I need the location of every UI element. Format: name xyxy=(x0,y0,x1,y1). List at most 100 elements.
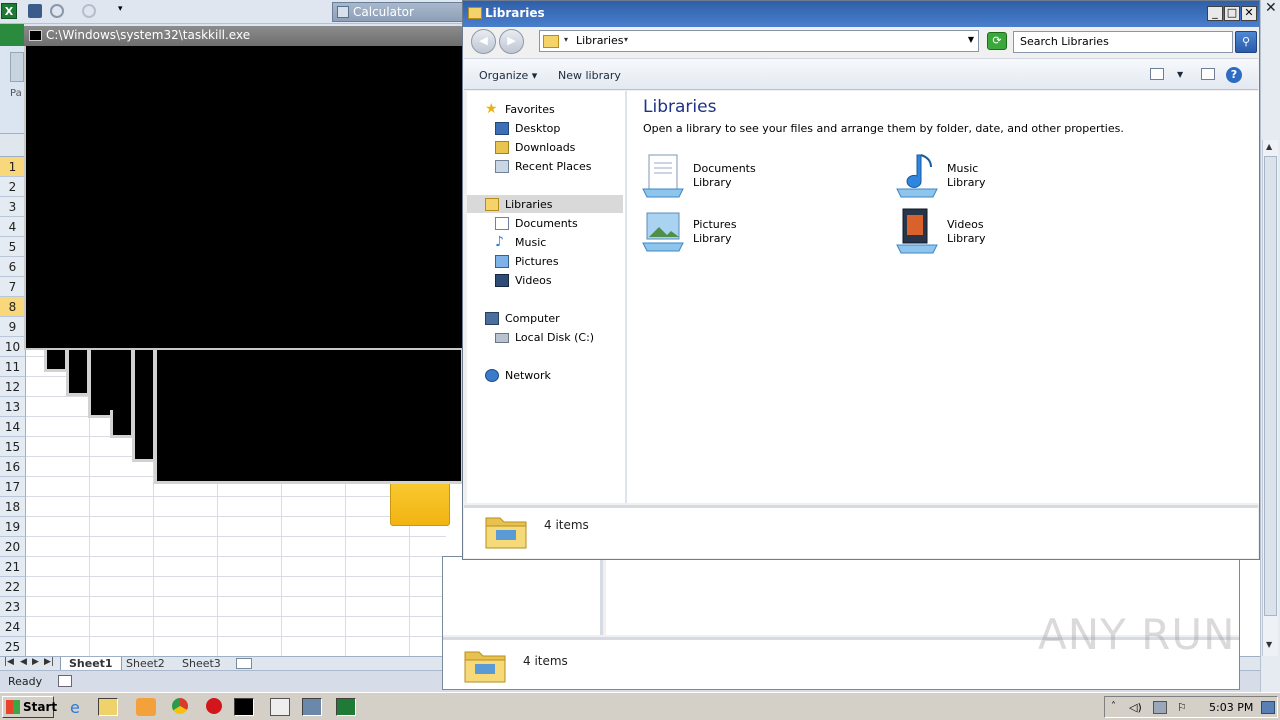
last-sheet-nav-icon[interactable]: ▶| xyxy=(44,657,54,667)
console-icon xyxy=(29,30,42,41)
row-header[interactable]: 17 xyxy=(0,477,26,497)
action-center-flag-icon[interactable]: ⚐ xyxy=(1177,701,1191,714)
first-sheet-nav-icon[interactable]: |◀ xyxy=(4,657,14,667)
change-view-icon[interactable] xyxy=(1150,68,1164,80)
prev-sheet-nav-icon[interactable]: ◀ xyxy=(20,657,27,667)
row-header[interactable]: 18 xyxy=(0,497,26,517)
row-header[interactable]: 21 xyxy=(0,557,26,577)
library-videos-name: Videos xyxy=(947,218,984,231)
row-header[interactable]: 6 xyxy=(0,257,26,277)
back-button[interactable]: ◀ xyxy=(471,29,496,54)
media-player-icon[interactable] xyxy=(136,698,156,716)
videos-icon xyxy=(495,274,509,287)
scroll-down-icon[interactable]: ▼ xyxy=(1266,640,1272,649)
row-header[interactable]: 11 xyxy=(0,357,26,377)
local-disk-icon xyxy=(495,333,509,343)
select-all-corner[interactable] xyxy=(0,134,26,157)
row-header[interactable]: 9 xyxy=(0,317,26,337)
volume-icon[interactable]: ◁) xyxy=(1129,701,1143,714)
row-header[interactable]: 14 xyxy=(0,417,26,437)
anyrun-watermark: ANY RUN xyxy=(1038,610,1236,659)
maximize-button[interactable]: □ xyxy=(1224,6,1240,21)
content-pane[interactable]: Libraries Open a library to see your fil… xyxy=(627,91,1259,503)
console-title-bar[interactable]: C:\Windows\system32\taskkill.exe xyxy=(24,26,464,46)
taskkill-console-window[interactable] xyxy=(24,26,464,350)
undo-icon[interactable] xyxy=(50,4,64,18)
network-tray-icon[interactable] xyxy=(1153,701,1167,714)
row-header[interactable]: 25 xyxy=(0,637,26,657)
opera-icon[interactable] xyxy=(206,698,222,714)
sheet-tab-1[interactable]: Sheet1 xyxy=(60,657,122,671)
excel-vertical-scrollbar[interactable]: ▲ ▼ xyxy=(1262,140,1278,656)
row-header[interactable]: 22 xyxy=(0,577,26,597)
scroll-thumb[interactable] xyxy=(1264,156,1277,616)
search-input[interactable]: Search Libraries xyxy=(1013,31,1233,53)
row-header[interactable]: 24 xyxy=(0,617,26,637)
start-button[interactable]: Start xyxy=(2,696,58,718)
row-header[interactable]: 5 xyxy=(0,237,26,257)
explorer-taskbar-icon[interactable] xyxy=(98,698,118,716)
library-documents[interactable]: Documents Library xyxy=(641,151,861,201)
new-library-button[interactable]: New library xyxy=(558,69,621,82)
row-header[interactable]: 19 xyxy=(0,517,26,537)
sheet-tab-2[interactable]: Sheet2 xyxy=(118,657,173,671)
row-header[interactable]: 2 xyxy=(0,177,26,197)
forward-button[interactable]: ▶ xyxy=(499,29,524,54)
library-videos[interactable]: Videos Library xyxy=(895,207,1115,257)
show-desktop-icon[interactable] xyxy=(1261,701,1275,714)
show-hidden-icons[interactable]: ˄ xyxy=(1111,701,1125,714)
organize-menu[interactable]: Organize ▾ xyxy=(479,69,537,82)
excel-file-tab[interactable] xyxy=(0,24,24,46)
row-header[interactable]: 20 xyxy=(0,537,26,557)
calculator-taskbar-icon[interactable] xyxy=(302,698,322,716)
excel-close-icon[interactable]: ✕ xyxy=(1265,0,1277,16)
row-header[interactable]: 10 xyxy=(0,337,26,357)
row-header[interactable]: 8 xyxy=(0,297,26,317)
address-bar[interactable]: ▾ Libraries ▾ ▼ xyxy=(539,30,979,52)
internet-explorer-icon[interactable]: e xyxy=(70,698,90,717)
row-header[interactable]: 7 xyxy=(0,277,26,297)
cmd-taskbar-icon[interactable] xyxy=(234,698,254,716)
window-taskbar-icon[interactable] xyxy=(270,698,290,716)
minimize-button[interactable]: _ xyxy=(1207,6,1223,21)
customize-qat-icon[interactable]: ▾ xyxy=(118,4,132,18)
breadcrumb-libraries[interactable]: Libraries xyxy=(576,34,624,47)
macro-record-icon[interactable] xyxy=(58,675,72,687)
scroll-up-icon[interactable]: ▲ xyxy=(1266,142,1272,151)
row-header[interactable]: 13 xyxy=(0,397,26,417)
start-label: Start xyxy=(23,700,58,714)
search-icon[interactable]: ⚲ xyxy=(1235,31,1257,53)
row-header[interactable]: 12 xyxy=(0,377,26,397)
sheet-tab-3[interactable]: Sheet3 xyxy=(174,657,229,671)
back-item-count: 4 items xyxy=(523,654,568,668)
excel-taskbar-icon[interactable] xyxy=(336,698,356,716)
excel-app-icon[interactable]: X xyxy=(1,3,17,19)
redo-icon[interactable] xyxy=(82,4,96,18)
row-header[interactable]: 3 xyxy=(0,197,26,217)
library-pictures[interactable]: Pictures Library xyxy=(641,207,861,257)
row-header[interactable]: 23 xyxy=(0,597,26,617)
row-header[interactable]: 1 xyxy=(0,157,26,177)
paste-button[interactable] xyxy=(10,52,24,82)
desktop-icon xyxy=(495,122,509,135)
libraries-title-bar[interactable]: Libraries _ □ ✕ xyxy=(463,1,1259,27)
preview-pane-icon[interactable] xyxy=(1201,68,1215,80)
library-music[interactable]: Music Library xyxy=(895,151,1115,201)
calculator-window-tab[interactable]: Calculator xyxy=(332,2,472,22)
row-header[interactable]: 16 xyxy=(0,457,26,477)
libraries-window[interactable]: Libraries _ □ ✕ ◀ ▶ ▾ Libraries ▾ ▼ ⟳ Se… xyxy=(462,0,1260,560)
refresh-icon[interactable]: ⟳ xyxy=(987,32,1007,50)
chrome-icon[interactable] xyxy=(172,698,188,714)
view-dropdown-icon[interactable]: ▼ xyxy=(1177,70,1183,79)
next-sheet-nav-icon[interactable]: ▶ xyxy=(32,657,39,667)
save-icon[interactable] xyxy=(28,4,42,18)
row-header[interactable]: 4 xyxy=(0,217,26,237)
insert-sheet-icon[interactable] xyxy=(236,658,252,669)
address-history-dropdown-icon[interactable]: ▼ xyxy=(968,35,974,44)
close-button[interactable]: ✕ xyxy=(1241,6,1257,21)
row-header[interactable]: 15 xyxy=(0,437,26,457)
breadcrumb-arrow-icon[interactable]: ▾ xyxy=(564,35,568,44)
console-trail xyxy=(66,350,90,396)
breadcrumb-dropdown-icon[interactable]: ▾ xyxy=(624,35,628,44)
help-icon[interactable]: ? xyxy=(1226,67,1242,83)
